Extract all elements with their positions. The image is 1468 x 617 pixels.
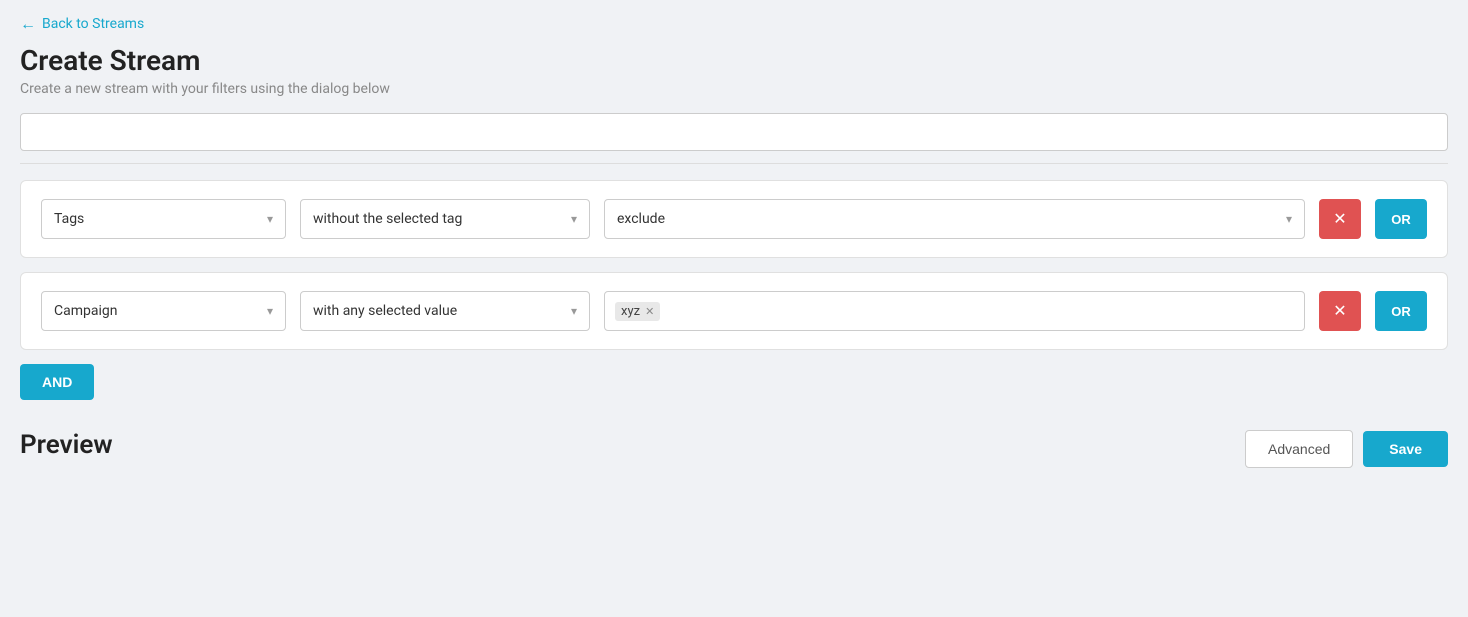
- filter-1-type-label: Tags: [54, 211, 84, 227]
- back-arrow-icon: ←: [20, 14, 36, 34]
- filter-2-tag-chip: xyz ✕: [615, 302, 660, 321]
- advanced-button[interactable]: Advanced: [1245, 430, 1353, 468]
- filter-1-value-select[interactable]: exclude ▾: [604, 199, 1305, 239]
- and-button[interactable]: AND: [20, 364, 94, 400]
- back-to-streams-label: Back to Streams: [42, 16, 144, 32]
- filter-row-2: Campaign ▾ with any selected value ▾ xyz…: [20, 272, 1448, 350]
- preview-title: Preview: [20, 430, 113, 460]
- filter-2-type-chevron: ▾: [267, 304, 273, 318]
- filter-1-or-button[interactable]: OR: [1375, 199, 1427, 239]
- filter-2-or-label: OR: [1391, 304, 1411, 319]
- filter-1-type-select[interactable]: Tags ▾: [41, 199, 286, 239]
- and-label: AND: [42, 374, 72, 390]
- filter-1-value-label: exclude: [617, 211, 665, 227]
- page-wrapper: ← Back to Streams Create Stream Create a…: [0, 0, 1468, 488]
- filter-1-condition-label: without the selected tag: [313, 211, 462, 227]
- filter-1-remove-button[interactable]: ✕: [1319, 199, 1361, 239]
- back-to-streams-link[interactable]: ← Back to Streams: [20, 14, 144, 34]
- filter-1-type-chevron: ▾: [267, 212, 273, 226]
- filter-2-type-label: Campaign: [54, 303, 117, 319]
- filter-1-or-label: OR: [1391, 212, 1411, 227]
- filter-2-type-select[interactable]: Campaign ▾: [41, 291, 286, 331]
- filter-2-condition-select[interactable]: with any selected value ▾: [300, 291, 590, 331]
- filter-2-remove-button[interactable]: ✕: [1319, 291, 1361, 331]
- stream-name-input[interactable]: [20, 113, 1448, 151]
- filter-2-tag-remove[interactable]: ✕: [645, 306, 654, 317]
- filter-1-condition-chevron: ▾: [571, 212, 577, 226]
- filter-2-tag-value: xyz: [621, 304, 640, 319]
- filter-2-condition-chevron: ▾: [571, 304, 577, 318]
- filter-1-value-chevron: ▾: [1286, 212, 1292, 226]
- filter-2-or-button[interactable]: OR: [1375, 291, 1427, 331]
- filter-row-1: Tags ▾ without the selected tag ▾ exclud…: [20, 180, 1448, 258]
- advanced-label: Advanced: [1268, 441, 1330, 457]
- bottom-bar: Preview Advanced Save: [20, 430, 1448, 468]
- save-label: Save: [1389, 441, 1422, 457]
- page-title: Create Stream: [20, 44, 1448, 77]
- divider: [20, 163, 1448, 164]
- filter-1-remove-icon: ✕: [1333, 209, 1346, 229]
- filter-2-remove-icon: ✕: [1333, 301, 1346, 321]
- save-button[interactable]: Save: [1363, 431, 1448, 467]
- filter-2-condition-label: with any selected value: [313, 303, 457, 319]
- filter-2-tag-container[interactable]: xyz ✕: [604, 291, 1305, 331]
- filter-1-condition-select[interactable]: without the selected tag ▾: [300, 199, 590, 239]
- page-subtitle: Create a new stream with your filters us…: [20, 81, 1448, 97]
- bottom-actions: Advanced Save: [1245, 430, 1448, 468]
